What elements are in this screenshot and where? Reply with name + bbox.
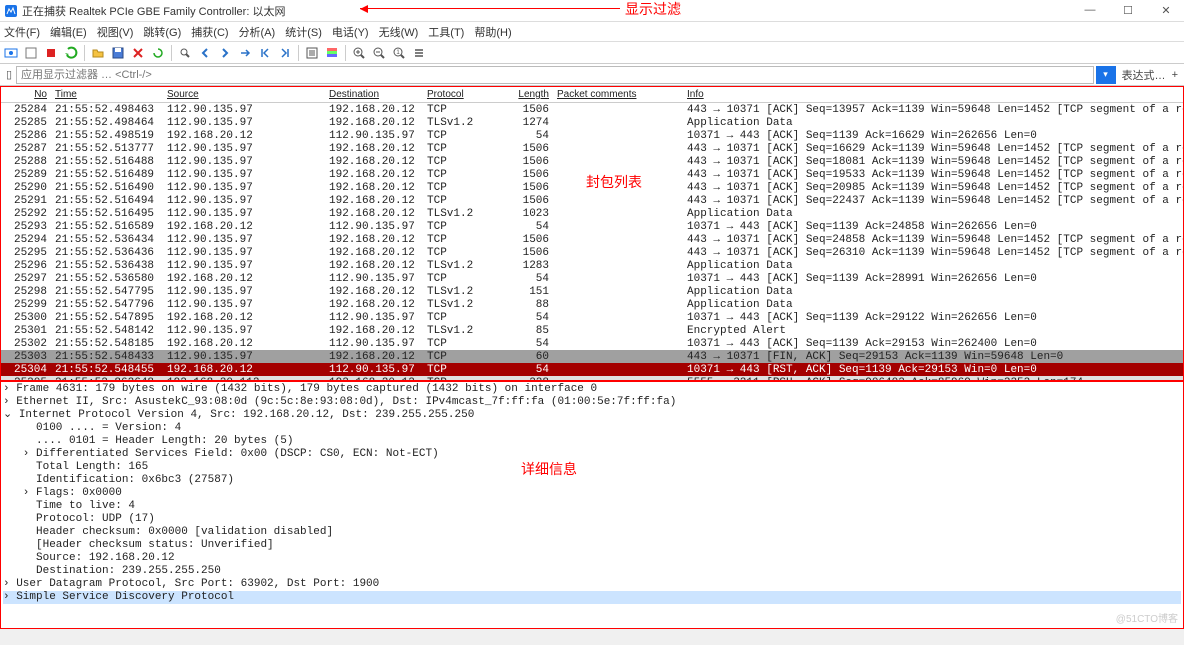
footer bbox=[0, 629, 1184, 645]
tb-options-icon[interactable] bbox=[22, 44, 40, 62]
display-filter-input[interactable] bbox=[16, 66, 1094, 84]
tb-zoomreset-icon[interactable]: 1 bbox=[390, 44, 408, 62]
menu-item[interactable]: 帮助(H) bbox=[474, 24, 511, 40]
menubar: 文件(F) 编辑(E) 视图(V) 跳转(G) 捕获(C) 分析(A) 统计(S) 电话(Y)… bbox=[0, 22, 1184, 42]
filter-bar: ▯ ▾ 表达式… + 显示过滤 bbox=[0, 64, 1184, 86]
tb-interfaces-icon[interactable] bbox=[2, 44, 20, 62]
packet-row[interactable]: 2529121:55:52.516494112.90.135.97192.168… bbox=[1, 194, 1183, 207]
detail-line[interactable]: ⌄ Internet Protocol Version 4, Src: 192.… bbox=[3, 409, 1181, 422]
packet-row[interactable]: 2530021:55:52.547895192.168.20.12112.90.… bbox=[1, 311, 1183, 324]
menu-item[interactable]: 跳转(G) bbox=[143, 24, 181, 40]
tb-zoomout-icon[interactable] bbox=[370, 44, 388, 62]
packet-row[interactable]: 2528521:55:52.498464112.90.135.97192.168… bbox=[1, 116, 1183, 129]
menu-item[interactable]: 电话(Y) bbox=[332, 24, 369, 40]
toolbar: 1 bbox=[0, 42, 1184, 64]
detail-line[interactable]: › Differentiated Services Field: 0x00 (D… bbox=[3, 448, 1181, 461]
packet-row[interactable]: 2530121:55:52.548142112.90.135.97192.168… bbox=[1, 324, 1183, 337]
close-button[interactable]: ✕ bbox=[1152, 4, 1180, 17]
column-header[interactable]: Packet comments bbox=[553, 89, 683, 100]
column-header[interactable]: No bbox=[1, 89, 51, 100]
tb-find-icon[interactable] bbox=[176, 44, 194, 62]
maximize-button[interactable]: ☐ bbox=[1114, 4, 1142, 17]
packet-row[interactable]: 2530421:55:52.548455192.168.20.12112.90.… bbox=[1, 363, 1183, 376]
menu-item[interactable]: 无线(W) bbox=[379, 24, 419, 40]
packet-row[interactable]: 2528721:55:52.513777112.90.135.97192.168… bbox=[1, 142, 1183, 155]
tb-zoomin-icon[interactable] bbox=[350, 44, 368, 62]
bookmark-icon[interactable]: ▯ bbox=[2, 68, 16, 81]
tb-colorize-icon[interactable] bbox=[323, 44, 341, 62]
column-header[interactable]: Time bbox=[51, 89, 163, 100]
tb-jump-icon[interactable] bbox=[236, 44, 254, 62]
column-header[interactable]: Protocol bbox=[423, 89, 483, 100]
detail-line[interactable]: Source: 192.168.20.12 bbox=[3, 552, 1181, 565]
column-header[interactable]: Length bbox=[483, 89, 553, 100]
detail-line[interactable]: › Ethernet II, Src: AsustekC_93:08:0d (9… bbox=[3, 396, 1181, 409]
packet-row[interactable]: 2529021:55:52.516490112.90.135.97192.168… bbox=[1, 181, 1183, 194]
packet-row[interactable]: 2528821:55:52.516488112.90.135.97192.168… bbox=[1, 155, 1183, 168]
packet-row[interactable]: 2528621:55:52.498519192.168.20.12112.90.… bbox=[1, 129, 1183, 142]
column-header[interactable]: Source bbox=[163, 89, 325, 100]
detail-line[interactable]: .... 0101 = Header Length: 20 bytes (5) bbox=[3, 435, 1181, 448]
packet-list-pane[interactable]: NoTimeSourceDestinationProtocolLengthPac… bbox=[0, 86, 1184, 381]
packet-row[interactable]: 2530321:55:52.548433112.90.135.97192.168… bbox=[1, 350, 1183, 363]
tb-last-icon[interactable] bbox=[276, 44, 294, 62]
packet-row[interactable]: 2529821:55:52.547795112.90.135.97192.168… bbox=[1, 285, 1183, 298]
packet-row[interactable]: 2530221:55:52.548185192.168.20.12112.90.… bbox=[1, 337, 1183, 350]
menu-item[interactable]: 文件(F) bbox=[4, 24, 40, 40]
column-header[interactable]: Destination bbox=[325, 89, 423, 100]
app-icon bbox=[4, 4, 18, 18]
packet-row[interactable]: 2528421:55:52.498463112.90.135.97192.168… bbox=[1, 103, 1183, 116]
detail-line[interactable]: › User Datagram Protocol, Src Port: 6390… bbox=[3, 578, 1181, 591]
annotation-arrow bbox=[360, 8, 620, 9]
detail-line[interactable]: Protocol: UDP (17) bbox=[3, 513, 1181, 526]
detail-line[interactable]: Destination: 239.255.255.250 bbox=[3, 565, 1181, 578]
packet-row[interactable]: 2529321:55:52.516589192.168.20.12112.90.… bbox=[1, 220, 1183, 233]
tb-first-icon[interactable] bbox=[256, 44, 274, 62]
tb-close-icon[interactable] bbox=[129, 44, 147, 62]
detail-line[interactable]: 0100 .... = Version: 4 bbox=[3, 422, 1181, 435]
tb-stop-icon[interactable] bbox=[62, 44, 80, 62]
packet-row[interactable]: 2529221:55:52.516495112.90.135.97192.168… bbox=[1, 207, 1183, 220]
tb-start-icon[interactable] bbox=[42, 44, 60, 62]
tb-save-icon[interactable] bbox=[109, 44, 127, 62]
filter-dropdown-button[interactable]: ▾ bbox=[1096, 66, 1116, 84]
menu-item[interactable]: 分析(A) bbox=[239, 24, 276, 40]
menu-item[interactable]: 编辑(E) bbox=[50, 24, 87, 40]
packet-row[interactable]: 2528921:55:52.516489112.90.135.97192.168… bbox=[1, 168, 1183, 181]
titlebar: 正在捕获 Realtek PCIe GBE Family Controller:… bbox=[0, 0, 1184, 22]
packet-row[interactable]: 2529621:55:52.536438112.90.135.97192.168… bbox=[1, 259, 1183, 272]
packet-row[interactable]: 2529521:55:52.536436112.90.135.97192.168… bbox=[1, 246, 1183, 259]
menu-item[interactable]: 统计(S) bbox=[285, 24, 322, 40]
tb-autoscroll-icon[interactable] bbox=[303, 44, 321, 62]
tb-resize-icon[interactable] bbox=[410, 44, 428, 62]
watermark: @51CTO博客 bbox=[1116, 610, 1178, 625]
column-header[interactable]: Info bbox=[683, 89, 1183, 100]
detail-line[interactable]: Total Length: 165 bbox=[3, 461, 1181, 474]
detail-line[interactable]: Header checksum: 0x0000 [validation disa… bbox=[3, 526, 1181, 539]
tb-reload-icon[interactable] bbox=[149, 44, 167, 62]
menu-item[interactable]: 视图(V) bbox=[97, 24, 134, 40]
packet-details-pane[interactable]: 详细信息 › Frame 4631: 179 bytes on wire (14… bbox=[0, 381, 1184, 629]
minimize-button[interactable]: — bbox=[1076, 4, 1104, 17]
tb-prev-icon[interactable] bbox=[196, 44, 214, 62]
detail-line[interactable]: [Header checksum status: Unverified] bbox=[3, 539, 1181, 552]
detail-line[interactable]: › Frame 4631: 179 bytes on wire (1432 bi… bbox=[3, 383, 1181, 396]
add-filter-button[interactable]: + bbox=[1172, 69, 1178, 81]
expression-button[interactable]: 表达式… bbox=[1122, 67, 1166, 83]
menu-item[interactable]: 工具(T) bbox=[428, 24, 464, 40]
packet-row[interactable]: 2529921:55:52.547796112.90.135.97192.168… bbox=[1, 298, 1183, 311]
detail-line[interactable]: › Simple Service Discovery Protocol bbox=[3, 591, 1181, 604]
packet-row[interactable]: 2529421:55:52.536434112.90.135.97192.168… bbox=[1, 233, 1183, 246]
tb-next-icon[interactable] bbox=[216, 44, 234, 62]
detail-line[interactable]: › Flags: 0x0000 bbox=[3, 487, 1181, 500]
packet-list-header[interactable]: NoTimeSourceDestinationProtocolLengthPac… bbox=[1, 87, 1183, 103]
packet-row[interactable]: 2529721:55:52.536580192.168.20.12112.90.… bbox=[1, 272, 1183, 285]
menu-item[interactable]: 捕获(C) bbox=[191, 24, 228, 40]
tb-open-icon[interactable] bbox=[89, 44, 107, 62]
detail-line[interactable]: Identification: 0x6bc3 (27587) bbox=[3, 474, 1181, 487]
window-title: 正在捕获 Realtek PCIe GBE Family Controller:… bbox=[22, 3, 1076, 19]
detail-line[interactable]: Time to live: 4 bbox=[3, 500, 1181, 513]
